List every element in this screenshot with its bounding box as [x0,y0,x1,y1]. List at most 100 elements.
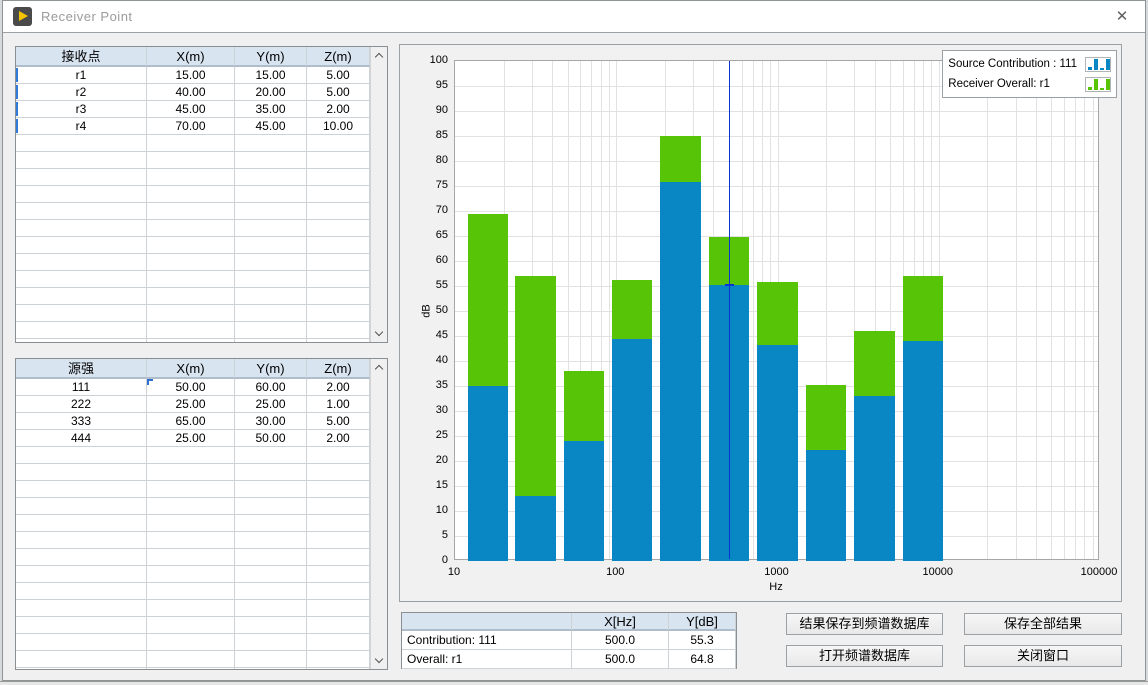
table-cell[interactable] [147,322,235,339]
table-cell[interactable] [235,322,307,339]
table-cell[interactable] [235,600,307,617]
table-cell[interactable] [16,532,147,549]
table-cell[interactable]: 2.00 [307,379,370,396]
table-row[interactable] [16,322,370,339]
table-cell[interactable] [235,617,307,634]
table-cell[interactable]: 64.8 [669,650,736,669]
table-row[interactable] [16,203,370,220]
table-cell[interactable] [307,498,370,515]
table-cell[interactable] [147,305,235,322]
table-cell[interactable] [147,600,235,617]
table-cell[interactable] [307,254,370,271]
table-cell[interactable]: 222 [16,396,147,413]
column-header[interactable]: 源强 [16,359,147,379]
table-cell[interactable] [307,203,370,220]
table-row[interactable] [16,237,370,254]
table-row[interactable] [16,668,370,670]
table-cell[interactable] [307,339,370,343]
table-cell[interactable]: 45.00 [235,118,307,135]
table-cell[interactable] [235,169,307,186]
table-cell[interactable] [307,322,370,339]
table-cell[interactable] [16,447,147,464]
table-cell[interactable] [235,447,307,464]
column-header[interactable]: X[Hz] [572,613,669,631]
table-row[interactable]: r115.0015.005.00 [16,67,370,84]
table-cell[interactable] [16,254,147,271]
table-cell[interactable] [147,583,235,600]
table-cell[interactable] [235,583,307,600]
source-strength-table[interactable]: 源强X(m)Y(m)Z(m)11150.0060.002.0022225.002… [15,358,388,670]
table-cell[interactable]: 2.00 [307,430,370,447]
table-cell[interactable] [147,566,235,583]
table-cell[interactable]: 500.0 [572,631,669,650]
table-cell[interactable] [307,152,370,169]
table-row[interactable] [16,651,370,668]
table-row[interactable] [16,447,370,464]
table-cell[interactable]: 25.00 [235,396,307,413]
table-cell[interactable]: 50.00 [147,379,235,396]
table-row[interactable] [16,549,370,566]
vertical-scrollbar[interactable] [370,47,387,342]
save-all-results-button[interactable]: 保存全部结果 [964,613,1122,635]
table-row[interactable] [16,566,370,583]
table-cell[interactable]: 10.00 [307,118,370,135]
table-cell[interactable] [16,498,147,515]
table-cell[interactable] [147,515,235,532]
table-cell[interactable] [235,532,307,549]
table-row[interactable] [16,305,370,322]
table-row[interactable] [16,515,370,532]
table-cell[interactable]: r1 [16,67,147,84]
table-row[interactable] [16,339,370,343]
table-cell[interactable] [235,305,307,322]
table-cell[interactable] [16,566,147,583]
table-cell[interactable] [307,237,370,254]
table-cell[interactable] [147,668,235,670]
column-header[interactable]: Y[dB] [669,613,736,631]
table-cell[interactable]: 444 [16,430,147,447]
plot-area[interactable] [454,60,1099,560]
table-row[interactable] [16,271,370,288]
table-cell[interactable] [147,532,235,549]
table-cell[interactable]: 15.00 [147,67,235,84]
table-cell[interactable] [147,288,235,305]
table-cell[interactable]: r2 [16,84,147,101]
table-cell[interactable] [235,339,307,343]
column-header[interactable]: Z(m) [307,359,370,379]
receiver-points-table[interactable]: 接收点X(m)Y(m)Z(m)r115.0015.005.00r240.0020… [15,46,388,343]
table-cell[interactable] [235,515,307,532]
table-cell[interactable] [307,583,370,600]
table-cell[interactable] [235,254,307,271]
table-cell[interactable] [16,481,147,498]
table-cell[interactable] [16,135,147,152]
vertical-scrollbar[interactable] [370,359,387,669]
table-cell[interactable]: 30.00 [235,413,307,430]
table-row[interactable]: r240.0020.005.00 [16,84,370,101]
table-cell[interactable] [235,288,307,305]
save-to-spectrum-db-button[interactable]: 结果保存到频谱数据库 [786,613,943,635]
table-cell[interactable] [235,498,307,515]
table-cell[interactable]: r4 [16,118,147,135]
table-cell[interactable] [147,152,235,169]
table-row[interactable]: r345.0035.002.00 [16,101,370,118]
table-cell[interactable]: 60.00 [235,379,307,396]
table-cell[interactable] [147,634,235,651]
table-cell[interactable] [307,447,370,464]
table-row[interactable] [16,220,370,237]
table-cell[interactable] [16,220,147,237]
table-cell[interactable] [16,515,147,532]
table-cell[interactable] [147,237,235,254]
table-row[interactable]: Contribution: 111500.055.3 [402,631,736,650]
table-cell[interactable] [235,549,307,566]
table-cell[interactable] [307,634,370,651]
table-cell[interactable] [307,515,370,532]
table-row[interactable]: 44425.0050.002.00 [16,430,370,447]
table-cell[interactable] [235,464,307,481]
table-row[interactable]: 11150.0060.002.00 [16,379,370,396]
table-cell[interactable]: 45.00 [147,101,235,118]
table-cell[interactable] [16,271,147,288]
table-cell[interactable] [307,481,370,498]
column-header[interactable]: Y(m) [235,359,307,379]
table-row[interactable] [16,532,370,549]
table-cell[interactable]: 70.00 [147,118,235,135]
table-cell[interactable]: 50.00 [235,430,307,447]
